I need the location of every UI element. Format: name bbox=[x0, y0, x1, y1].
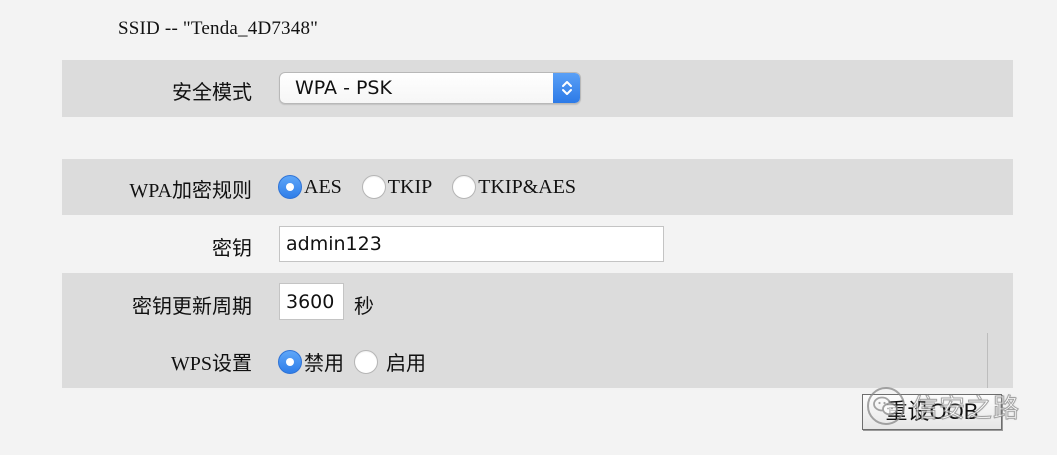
wps-label: WPS设置 bbox=[170, 353, 252, 375]
wechat-icon bbox=[866, 386, 906, 426]
watermark: 信安之路 bbox=[866, 386, 1020, 426]
encryption-label: WPA加密规则 bbox=[129, 180, 252, 202]
ssid-heading: SSID -- "Tenda_4D7348" bbox=[118, 18, 319, 39]
security-mode-select[interactable]: WPA - PSK bbox=[279, 72, 581, 104]
radio-button-wps-disable[interactable] bbox=[278, 349, 302, 374]
key-renewal-unit: 秒 bbox=[354, 296, 374, 318]
radio-button-tkip[interactable] bbox=[361, 175, 386, 199]
watermark-text: 信安之路 bbox=[911, 393, 1021, 424]
radio-option-aes[interactable]: AES bbox=[278, 175, 342, 199]
radio-label-tkip: TKIP bbox=[387, 175, 433, 198]
radio-button-tkip-aes[interactable] bbox=[452, 175, 477, 199]
key-label: 密钥 bbox=[212, 238, 252, 260]
radio-option-tkip[interactable]: TKIP bbox=[361, 175, 433, 199]
radio-label-tkip-aes: TKIP&AES bbox=[478, 175, 577, 198]
radio-button-aes[interactable] bbox=[278, 175, 302, 199]
security-mode-label: 安全模式 bbox=[172, 82, 252, 104]
radio-option-wps-disable[interactable]: 禁用 bbox=[278, 347, 344, 376]
key-input[interactable] bbox=[279, 226, 664, 262]
radio-label-wps-enable: 启用 bbox=[386, 353, 426, 375]
radio-option-tkip-aes[interactable]: TKIP&AES bbox=[452, 175, 576, 199]
updown-chevron-icon[interactable] bbox=[553, 73, 580, 103]
radio-option-wps-enable[interactable]: 启用 bbox=[354, 347, 426, 376]
key-renewal-label: 密钥更新周期 bbox=[132, 296, 252, 318]
divider bbox=[987, 333, 988, 388]
radio-label-wps-disable: 禁用 bbox=[304, 353, 344, 375]
radio-label-aes: AES bbox=[304, 175, 342, 198]
key-renewal-input[interactable] bbox=[279, 283, 344, 320]
wps-radio-group: 禁用 启用 bbox=[278, 347, 426, 376]
radio-button-wps-enable[interactable] bbox=[354, 349, 378, 374]
security-mode-selected-value: WPA - PSK bbox=[295, 77, 392, 99]
encryption-radio-group: AES TKIP TKIP&AES bbox=[278, 175, 576, 199]
